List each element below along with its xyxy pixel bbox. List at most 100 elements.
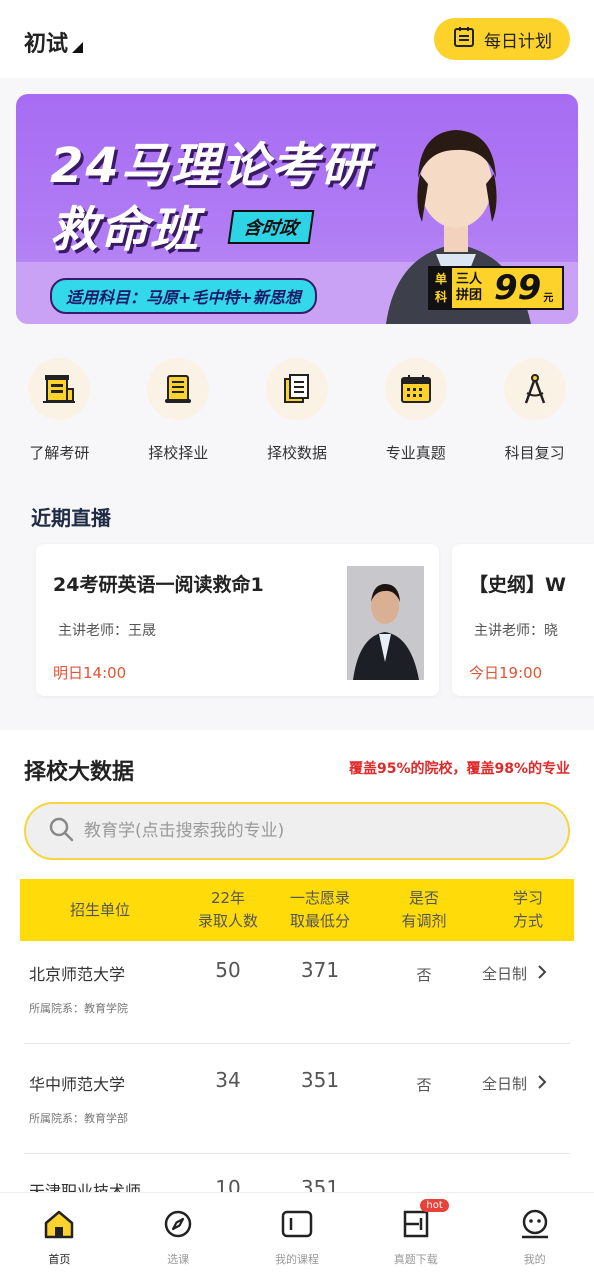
live-card-teacher: 主讲老师：晓 <box>474 623 558 639</box>
row-unit-name: 华中师范大学 <box>29 1075 126 1094</box>
data-table-header: 招生单位 22年 录取人数 一志愿录 取最低分 是否 有调剂 学习 方式 <box>20 879 574 941</box>
header-admitted-line2: 录取人数 <box>197 912 258 930</box>
header-mode: 学习 方式 <box>486 887 570 933</box>
calendar-icon <box>384 358 447 420</box>
header-min-score: 一志愿录 取最低分 <box>278 887 362 933</box>
price-unit: 元 <box>543 292 554 304</box>
tab-label: 首页 <box>48 1253 71 1266</box>
tab-home[interactable]: 首页 <box>0 1193 119 1280</box>
daily-plan-label: 每日计划 <box>484 31 552 52</box>
calendar-icon <box>452 25 476 54</box>
row-mode-label: 全日制 <box>482 965 528 983</box>
row-department: 所属院系：教育学院 <box>29 1002 128 1015</box>
documents-icon <box>265 358 328 420</box>
row-admitted: 50 <box>215 958 241 982</box>
quick-entry-grid: 了解考研 择校择业 择校数据 专业真题 科目复习 <box>0 358 594 468</box>
row-admitted: 34 <box>215 1068 241 1092</box>
header-adjust-line2: 有调剂 <box>401 912 447 930</box>
teacher-photo-image <box>347 566 424 680</box>
tab-profile[interactable]: 我的 <box>475 1193 594 1280</box>
live-card[interactable]: 24考研英语一阅读救命1 主讲老师：王晟 明日14:00 <box>36 544 439 696</box>
row-unit-name: 北京师范大学 <box>29 965 126 984</box>
quick-label: 专业真题 <box>385 444 446 462</box>
row-adjust: 否 <box>416 966 432 984</box>
quick-label: 择校择业 <box>148 444 209 462</box>
major-search-input[interactable] <box>84 821 524 841</box>
home-icon <box>42 1209 76 1243</box>
live-card-time: 明日14:00 <box>53 664 127 682</box>
quick-item-understand[interactable]: 了解考研 <box>0 358 119 468</box>
chevron-right-icon <box>537 1074 547 1093</box>
header-admitted: 22年 录取人数 <box>186 887 270 933</box>
quick-item-choose-school[interactable]: 择校择业 <box>119 358 238 468</box>
bottom-tab-bar: 首页 选课 我的课程 hot 真题下载 我的 <box>0 1192 594 1280</box>
row-department: 所属院系：教育学部 <box>29 1112 128 1125</box>
group-price-badge: 单科 三人拼团 99 元 <box>428 266 564 310</box>
table-row[interactable]: 华中师范大学 所属院系：教育学部 34 351 否 全日制 <box>24 1044 570 1154</box>
compass-icon <box>503 358 566 420</box>
row-min-score: 371 <box>300 958 340 982</box>
live-card-title: 【史纲】W <box>469 574 566 596</box>
header-unit: 招生单位 <box>69 901 130 919</box>
live-card-teacher: 主讲老师：王晟 <box>58 623 156 639</box>
course-icon <box>280 1209 314 1243</box>
banner-title-line2: 救命班 <box>50 202 201 258</box>
tab-label: 我的课程 <box>274 1253 319 1266</box>
quick-label: 了解考研 <box>29 444 90 462</box>
price-value: 99 <box>494 268 542 308</box>
quick-item-subject-review[interactable]: 科目复习 <box>475 358 594 468</box>
daily-plan-button[interactable]: 每日计划 <box>434 18 570 60</box>
header-min-line1: 一志愿录 <box>289 889 350 907</box>
banner-title-line1: 24马理论考研 <box>50 138 371 194</box>
tab-label: 真题下载 <box>393 1253 438 1266</box>
exam-type-selector[interactable]: 初试 <box>24 26 84 58</box>
header-mode-line2: 方式 <box>512 912 543 930</box>
dropdown-triangle-icon <box>72 42 84 53</box>
live-card-time: 今日19:00 <box>469 664 543 682</box>
header-admitted-line1: 22年 <box>210 889 246 907</box>
quick-item-school-data[interactable]: 择校数据 <box>238 358 357 468</box>
top-header: 初试 每日计划 <box>0 0 594 78</box>
row-adjust: 否 <box>416 1076 432 1094</box>
quick-label: 科目复习 <box>504 444 565 462</box>
header-adjust: 是否 有调剂 <box>382 887 466 933</box>
price-group-label: 三人拼团 <box>456 272 483 303</box>
profile-icon <box>518 1209 552 1243</box>
quick-label: 择校数据 <box>266 444 327 462</box>
header-mode-line1: 学习 <box>512 889 543 907</box>
download-icon <box>399 1209 433 1243</box>
school-data-title: 择校大数据 <box>24 760 135 785</box>
banner-subjects: 适用科目：马原+毛中特+新思想 <box>50 278 317 314</box>
tab-label: 选课 <box>167 1253 190 1266</box>
hot-badge: hot <box>420 1199 449 1212</box>
banner-tag: 含时政 <box>227 210 315 244</box>
building-icon <box>28 358 91 420</box>
exam-type-label: 初试 <box>24 32 69 57</box>
content-area: 24马理论考研 救命班 含时政 适用科目：马原+毛中特+新思想 单科 三人拼团 … <box>0 78 594 730</box>
row-min-score: 351 <box>300 1068 340 1092</box>
live-card-title: 24考研英语一阅读救命1 <box>53 574 264 596</box>
row-mode: 全日制 <box>482 1073 547 1094</box>
live-card[interactable]: 【史纲】W 主讲老师：晓 今日19:00 <box>452 544 594 696</box>
live-section-title: 近期直播 <box>31 506 111 530</box>
tab-my-courses[interactable]: 我的课程 <box>238 1193 357 1280</box>
price-single-label: 单科 <box>430 268 452 308</box>
coverage-text: 覆盖95%的院校，覆盖98%的专业 <box>348 761 570 777</box>
search-icon <box>48 816 74 846</box>
school-data-section: 择校大数据 覆盖95%的院校，覆盖98%的专业 招生单位 22年 录取人数 一志… <box>0 730 594 1201</box>
promo-banner[interactable]: 24马理论考研 救命班 含时政 适用科目：马原+毛中特+新思想 单科 三人拼团 … <box>16 94 578 324</box>
major-search-bar[interactable] <box>24 802 570 860</box>
scroll-icon <box>147 358 210 420</box>
tab-label: 我的 <box>523 1253 546 1266</box>
header-min-line2: 取最低分 <box>289 912 350 930</box>
table-row[interactable]: 北京师范大学 所属院系：教育学院 50 371 否 全日制 <box>24 934 570 1044</box>
chevron-right-icon <box>537 964 547 983</box>
header-adjust-line1: 是否 <box>408 889 439 907</box>
row-mode-label: 全日制 <box>482 1075 528 1093</box>
tab-courses[interactable]: 选课 <box>119 1193 238 1280</box>
row-mode: 全日制 <box>482 963 547 984</box>
tab-past-paper-download[interactable]: hot 真题下载 <box>356 1193 475 1280</box>
app-screen: 初试 每日计划 24马理论考研 救命班 含时政 适用科目：马原+毛中特+新思想 <box>0 0 594 1280</box>
compass-icon <box>163 1209 193 1243</box>
quick-item-past-papers[interactable]: 专业真题 <box>356 358 475 468</box>
